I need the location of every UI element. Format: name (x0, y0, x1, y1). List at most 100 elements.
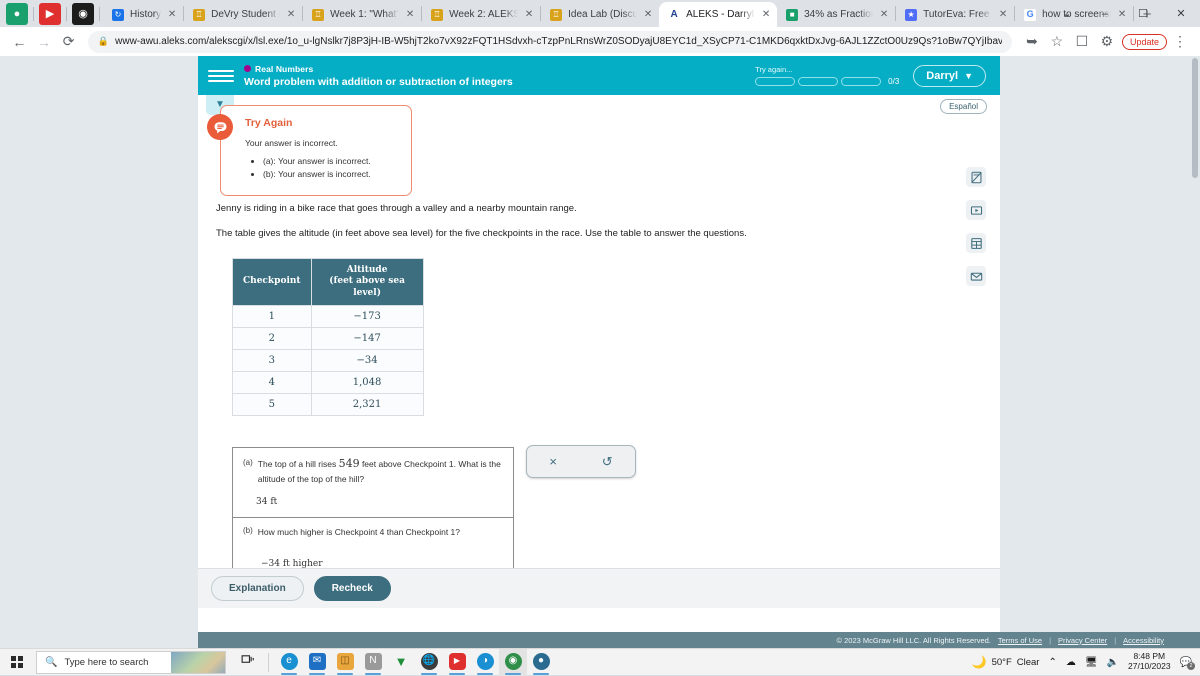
progress-tracker: Try again... 0/3 (755, 65, 899, 86)
weather-condition: Clear (1016, 656, 1040, 668)
close-icon[interactable]: ✕ (998, 9, 1008, 20)
taskbar-app-vudu[interactable]: ▼ (387, 649, 415, 676)
taskbar-app-office[interactable]: ◑ (471, 649, 499, 676)
hamburger-menu-icon[interactable] (208, 69, 234, 82)
question-a-text: The top of a hill rises 549 feet above C… (258, 456, 503, 485)
close-icon[interactable]: ✕ (167, 9, 177, 20)
divider (66, 6, 67, 21)
task-view-icon[interactable] (234, 649, 262, 676)
terms-of-use-link[interactable]: Terms of Use (998, 636, 1042, 645)
close-icon[interactable]: ✕ (405, 9, 415, 20)
divider (33, 6, 34, 21)
problem-statement: Jenny is riding in a bike race that goes… (216, 202, 836, 241)
chevron-up-icon[interactable]: ⌃ (1048, 657, 1056, 668)
notification-center-button[interactable]: 💬 2 (1180, 657, 1195, 670)
progress-status: Try again... (755, 65, 793, 74)
tab-label: TutorEva: Free AI H (923, 9, 992, 20)
reference-table-icon[interactable] (966, 233, 986, 253)
reload-icon[interactable]: ⟳ (57, 29, 80, 55)
browser-tab-history[interactable]: ↻ History ✕ (103, 2, 183, 27)
weather-widget[interactable]: 🌙 50°F Clear (972, 655, 1040, 669)
taskbar-app-steam[interactable]: ● (527, 649, 555, 676)
minimize-icon[interactable]: – (1086, 0, 1124, 27)
close-icon[interactable]: ✕ (286, 9, 296, 20)
forward-icon[interactable]: → (33, 29, 56, 55)
clear-icon[interactable]: × (549, 454, 557, 469)
youtube-icon: ▶ (448, 652, 466, 670)
column-header-altitude-line1: Altitude (346, 265, 388, 275)
devry-icon: ♖ (550, 8, 563, 21)
taskbar-app-globe[interactable]: 🌐 (415, 649, 443, 676)
network-icon[interactable]: 🖥 (1085, 657, 1098, 668)
address-bar[interactable]: 🔒 www-awu.aleks.com/alekscgi/x/lsl.exe/1… (87, 30, 1012, 53)
bookmark-star-icon[interactable]: ☆ (1045, 29, 1069, 55)
taskbar-app-mail[interactable]: ✉ (303, 649, 331, 676)
tab-label: 34% as Fraction: 17 (804, 9, 873, 20)
chevron-down-icon[interactable]: ⌄ (1048, 0, 1086, 27)
browser-toolbar: ← → ⟳ 🔒 www-awu.aleks.com/alekscgi/x/lsl… (0, 27, 1200, 56)
user-menu-button[interactable]: Darryl ▼ (913, 64, 986, 87)
taskbar-app-file-explorer[interactable]: ◫ (331, 649, 359, 676)
start-button[interactable] (0, 649, 34, 676)
extensions-icon[interactable]: ⚙ (1095, 29, 1119, 55)
share-icon[interactable]: ➥ (1020, 29, 1044, 55)
question-a: (a) The top of a hill rises 549 feet abo… (233, 448, 513, 517)
callout-item-list: (a): Your answer is incorrect. (b): Your… (263, 155, 399, 181)
kebab-menu-icon[interactable]: ⋮ (1168, 29, 1192, 55)
browser-tab-fraction[interactable]: ■ 34% as Fraction: 17 ✕ (777, 2, 895, 27)
recheck-button[interactable]: Recheck (313, 576, 391, 601)
close-icon[interactable]: ✕ (879, 9, 889, 20)
taskbar-app-onenote[interactable]: N (359, 649, 387, 676)
maximize-icon[interactable]: ☐ (1124, 0, 1162, 27)
topic-label-row: Real Numbers (244, 64, 755, 74)
close-icon[interactable]: ✕ (1162, 0, 1200, 27)
topic-dot-icon (244, 65, 251, 72)
browser-tab-devry-portal[interactable]: ♖ DeVry Student Port ✕ (184, 2, 302, 27)
shield-icon[interactable]: ● (6, 2, 28, 25)
accessibility-link[interactable]: Accessibility (1123, 636, 1164, 645)
back-icon[interactable]: ← (8, 29, 31, 55)
browser-tab-idea-lab[interactable]: ♖ Idea Lab (Discussio ✕ (541, 2, 659, 27)
search-input[interactable]: 🔍 Type here to search (36, 650, 226, 674)
close-icon[interactable]: ✕ (524, 9, 534, 20)
privacy-center-link[interactable]: Privacy Center (1058, 636, 1107, 645)
taskbar-app-youtube[interactable]: ▶ (443, 649, 471, 676)
explanation-button[interactable]: Explanation (211, 576, 304, 601)
page-left-margin (0, 56, 198, 648)
scrollbar-thumb[interactable] (1192, 58, 1198, 178)
browser-tab-week-2[interactable]: ♖ Week 2: ALEKS Ch ✕ (422, 2, 540, 27)
browser-tab-week-1[interactable]: ♖ Week 1: "What's D ✕ (303, 2, 421, 27)
taskbar-app-chrome[interactable]: ◉ (499, 648, 527, 676)
cell-checkpoint: 3 (232, 348, 312, 372)
video-icon[interactable] (966, 200, 986, 220)
callout-title: Try Again (245, 117, 293, 129)
action-bar: Explanation Recheck (198, 568, 1000, 608)
browser-tab-tutoreva[interactable]: ★ TutorEva: Free AI H ✕ (896, 2, 1014, 27)
divider: | (1114, 635, 1117, 645)
update-button[interactable]: Update (1121, 33, 1167, 50)
taskbar-app-edge[interactable]: e (275, 649, 303, 676)
calc-icon: ■ (786, 8, 799, 21)
browser-tab-aleks[interactable]: A ALEKS - Darryl Eurl ✕ (659, 2, 778, 27)
sidepanel-icon[interactable]: ☐ (1070, 29, 1094, 55)
volume-icon[interactable]: 🔈 (1107, 657, 1119, 668)
clock[interactable]: 8:48 PM 27/10/2023 (1128, 651, 1171, 672)
undo-icon[interactable]: ↺ (602, 454, 613, 470)
cell-checkpoint: 4 (232, 370, 312, 394)
app-icon[interactable]: ◉ (72, 2, 94, 25)
envelope-icon[interactable] (966, 266, 986, 286)
no-calculator-icon[interactable] (966, 167, 986, 187)
youtube-icon[interactable]: ▶ (39, 2, 61, 25)
user-name: Darryl (926, 69, 959, 82)
language-button-espanol[interactable]: Español (940, 99, 987, 114)
envelope-glyph (970, 272, 982, 281)
answer-field-a[interactable]: 34 ft (243, 497, 503, 507)
close-icon[interactable]: ✕ (761, 9, 771, 20)
video-glyph (970, 205, 982, 215)
progress-count: 0/3 (888, 77, 900, 86)
divider (268, 652, 269, 672)
problem-paragraph: Jenny is riding in a bike race that goes… (216, 203, 577, 214)
close-icon[interactable]: ✕ (643, 9, 653, 20)
question-a-number: 549 (338, 457, 360, 470)
onedrive-icon[interactable]: ☁ (1066, 657, 1076, 668)
